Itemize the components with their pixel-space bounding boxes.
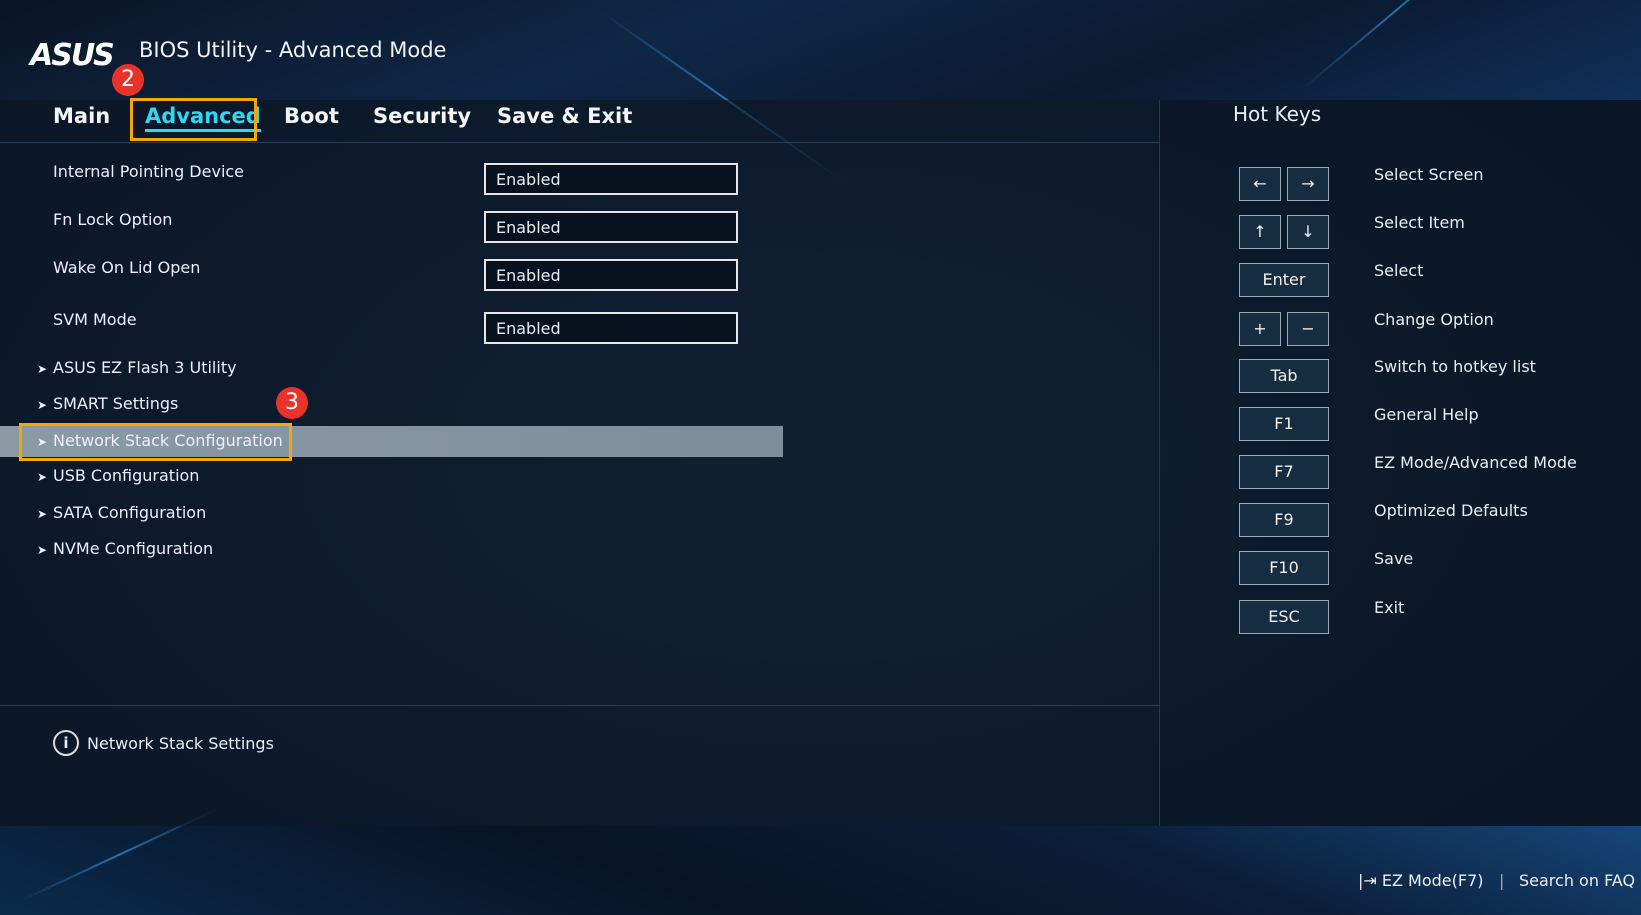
help-text: Network Stack Settings xyxy=(87,734,274,753)
tab-security[interactable]: Security xyxy=(373,104,471,128)
hotkey-key[interactable]: ↓ xyxy=(1287,215,1329,249)
submenu-sata[interactable]: ➤ SATA Configuration xyxy=(37,503,206,522)
hotkey-label: EZ Mode/Advanced Mode xyxy=(1374,453,1577,472)
advanced-tab-highlight xyxy=(130,98,257,141)
submenu-label: NVMe Configuration xyxy=(53,539,214,558)
step-badge-3: 3 xyxy=(276,387,308,419)
app-title: BIOS Utility - Advanced Mode xyxy=(139,38,447,62)
hotkey-key[interactable]: F7 xyxy=(1239,455,1329,489)
setting-label: Internal Pointing Device xyxy=(53,162,245,181)
tab-main[interactable]: Main xyxy=(53,104,110,128)
chevron-right-icon: ➤ xyxy=(37,398,48,412)
fn-lock-option-select[interactable]: Enabled xyxy=(484,211,738,243)
hotkey-label: Switch to hotkey list xyxy=(1374,357,1536,376)
tab-save-exit[interactable]: Save & Exit xyxy=(497,104,632,128)
divider xyxy=(0,705,1160,706)
submenu-smart-settings[interactable]: ➤ SMART Settings xyxy=(37,394,178,413)
wake-on-lid-open-select[interactable]: Enabled xyxy=(484,259,738,291)
asus-logo: ASUS xyxy=(30,38,115,73)
hotkey-key[interactable]: ↑ xyxy=(1239,215,1281,249)
chevron-right-icon: ➤ xyxy=(37,543,48,557)
hotkey-label: Exit xyxy=(1374,598,1405,617)
hotkey-key[interactable]: F10 xyxy=(1239,551,1329,585)
ez-mode-label: EZ Mode(F7) xyxy=(1381,871,1484,890)
info-icon: i xyxy=(53,730,79,756)
hotkey-key[interactable]: ← xyxy=(1239,167,1281,201)
submenu-nvme[interactable]: ➤ NVMe Configuration xyxy=(37,539,213,558)
submenu-usb[interactable]: ➤ USB Configuration xyxy=(37,466,199,485)
internal-pointing-device-select[interactable]: Enabled xyxy=(484,163,738,195)
hotkey-label: Change Option xyxy=(1374,310,1494,329)
hotkey-label: Select Screen xyxy=(1374,165,1484,184)
settings-panel xyxy=(0,100,1160,826)
submenu-ez-flash[interactable]: ➤ ASUS EZ Flash 3 Utility xyxy=(37,358,237,377)
ez-mode-button[interactable]: |⇥ EZ Mode(F7) xyxy=(1358,871,1484,890)
submenu-label: ASUS EZ Flash 3 Utility xyxy=(53,358,237,377)
hotkey-key[interactable]: → xyxy=(1287,167,1329,201)
chevron-right-icon: ➤ xyxy=(37,507,48,521)
submenu-label: SATA Configuration xyxy=(53,503,207,522)
hotkey-key[interactable]: F1 xyxy=(1239,407,1329,441)
footer-separator: | xyxy=(1499,871,1505,890)
setting-label: SVM Mode xyxy=(53,310,137,329)
tab-boot[interactable]: Boot xyxy=(284,104,339,128)
submenu-label: SMART Settings xyxy=(53,394,179,413)
hotkey-label: Select xyxy=(1374,261,1424,280)
step-badge-2: 2 xyxy=(112,64,144,96)
hotkeys-title: Hot Keys xyxy=(1233,102,1322,126)
hotkey-key[interactable]: F9 xyxy=(1239,503,1329,537)
setting-label: Wake On Lid Open xyxy=(53,258,201,277)
chevron-right-icon: ➤ xyxy=(37,362,48,376)
hotkey-key[interactable]: Enter xyxy=(1239,263,1329,297)
hotkey-label: Select Item xyxy=(1374,213,1465,232)
hotkey-label: Save xyxy=(1374,549,1414,568)
svm-mode-select[interactable]: Enabled xyxy=(484,312,738,344)
hotkey-key[interactable]: − xyxy=(1287,312,1329,346)
network-stack-highlight xyxy=(19,423,292,461)
hotkey-label: General Help xyxy=(1374,405,1479,424)
submenu-label: USB Configuration xyxy=(53,466,200,485)
hotkey-label: Optimized Defaults xyxy=(1374,501,1528,520)
hotkey-key[interactable]: Tab xyxy=(1239,359,1329,393)
hotkey-key[interactable]: + xyxy=(1239,312,1281,346)
hotkey-key[interactable]: ESC xyxy=(1239,600,1329,634)
search-faq-link[interactable]: Search on FAQ xyxy=(1519,871,1635,890)
exit-arrow-icon: |⇥ xyxy=(1358,871,1377,890)
setting-label: Fn Lock Option xyxy=(53,210,173,229)
chevron-right-icon: ➤ xyxy=(37,470,48,484)
divider xyxy=(0,142,1160,143)
